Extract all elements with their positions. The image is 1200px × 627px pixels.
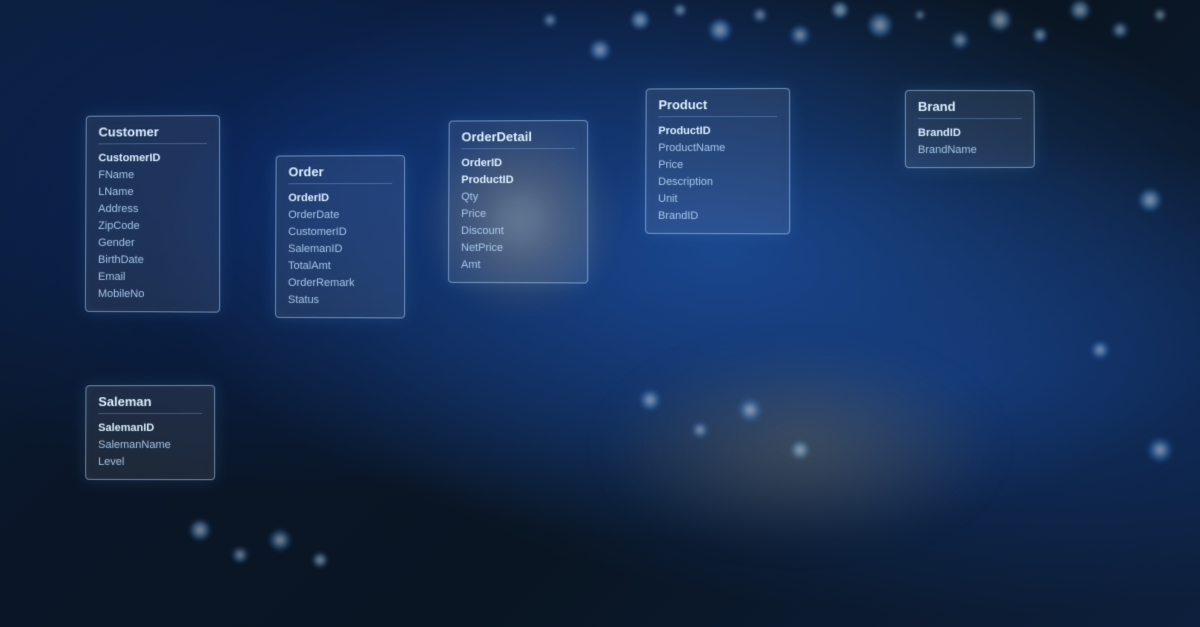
order-field-6: Status <box>288 292 392 309</box>
order-title: Order <box>288 164 392 184</box>
customer-field-5: Gender <box>98 235 207 252</box>
product-field-1: ProductName <box>658 140 777 157</box>
product-field-5: BrandID <box>658 208 777 225</box>
bokeh-dot-26 <box>791 441 809 459</box>
bokeh-dot-18 <box>1148 438 1172 462</box>
order-field-2: CustomerID <box>288 224 392 241</box>
bokeh-dot-25 <box>738 398 762 422</box>
bokeh-dot-2 <box>709 19 731 41</box>
saleman-table: Saleman SalemanID SalemanName Level <box>85 385 215 480</box>
orderdetail-field-3: Price <box>461 206 575 223</box>
customer-field-8: MobileNo <box>98 286 207 304</box>
bokeh-dot-19 <box>190 520 210 540</box>
bokeh-dot-22 <box>313 553 327 567</box>
saleman-field-2: Level <box>98 454 202 471</box>
brand-table: Brand BrandID BrandName <box>905 90 1035 168</box>
bokeh-dot-3 <box>753 8 767 22</box>
bokeh-dot-24 <box>692 422 708 438</box>
product-field-2: Price <box>658 157 777 174</box>
order-field-4: TotalAmt <box>288 258 392 275</box>
orderdetail-field-1: ProductID <box>461 172 575 189</box>
bokeh-dot-11 <box>1070 0 1090 20</box>
orderdetail-field-5: NetPrice <box>461 240 575 257</box>
order-field-0: OrderID <box>288 190 392 207</box>
order-field-1: OrderDate <box>288 207 392 224</box>
orderdetail-table: OrderDetail OrderID ProductID Qty Price … <box>448 120 588 284</box>
bokeh-dot-14 <box>590 40 610 60</box>
orderdetail-field-4: Discount <box>461 223 575 240</box>
customer-title: Customer <box>98 124 207 144</box>
bokeh-dot-10 <box>1033 28 1047 42</box>
bokeh-dot-6 <box>868 13 892 37</box>
customer-field-7: Email <box>98 269 207 286</box>
order-field-3: SalemanID <box>288 241 392 258</box>
bokeh-dot-7 <box>915 10 925 20</box>
customer-field-4: ZipCode <box>98 218 207 235</box>
saleman-title: Saleman <box>98 394 202 414</box>
bokeh-dot-16 <box>1139 189 1161 211</box>
bokeh-dot-9 <box>989 9 1011 31</box>
brand-title: Brand <box>918 99 1022 119</box>
customer-table: Customer CustomerID FName LName Address … <box>85 115 220 313</box>
bokeh-dot-12 <box>1112 22 1128 38</box>
customer-field-1: FName <box>98 167 207 184</box>
customer-field-3: Address <box>98 201 207 218</box>
orderdetail-field-0: OrderID <box>461 155 575 172</box>
brand-field-1: BrandName <box>918 142 1022 159</box>
saleman-field-1: SalemanName <box>98 437 202 454</box>
brand-field-0: BrandID <box>918 125 1022 142</box>
customer-field-2: LName <box>98 184 207 201</box>
orderdetail-title: OrderDetail <box>461 129 575 149</box>
bokeh-dot-5 <box>832 2 848 18</box>
customer-field-0: CustomerID <box>98 150 207 167</box>
bokeh-dot-8 <box>951 31 969 49</box>
saleman-field-0: SalemanID <box>98 420 202 437</box>
product-table: Product ProductID ProductName Price Desc… <box>645 88 790 235</box>
order-table: Order OrderID OrderDate CustomerID Salem… <box>275 155 405 319</box>
product-field-0: ProductID <box>658 123 777 140</box>
orderdetail-field-2: Qty <box>461 189 575 206</box>
bokeh-dot-15 <box>543 13 557 27</box>
bokeh-dot-0 <box>631 11 649 29</box>
product-title: Product <box>658 97 777 117</box>
product-field-3: Description <box>658 174 777 191</box>
bokeh-dot-4 <box>790 25 810 45</box>
product-field-4: Unit <box>658 191 777 208</box>
orderdetail-field-6: Amt <box>461 257 575 274</box>
bokeh-dot-23 <box>640 390 660 410</box>
order-field-5: OrderRemark <box>288 275 392 292</box>
scene: Customer CustomerID FName LName Address … <box>0 0 1200 627</box>
customer-field-6: BirthDate <box>98 252 207 269</box>
bokeh-dot-1 <box>674 4 686 16</box>
bokeh-dot-17 <box>1091 341 1109 359</box>
bokeh-dot-20 <box>232 547 248 563</box>
bokeh-dot-21 <box>269 529 291 551</box>
bokeh-dot-13 <box>1154 9 1166 21</box>
